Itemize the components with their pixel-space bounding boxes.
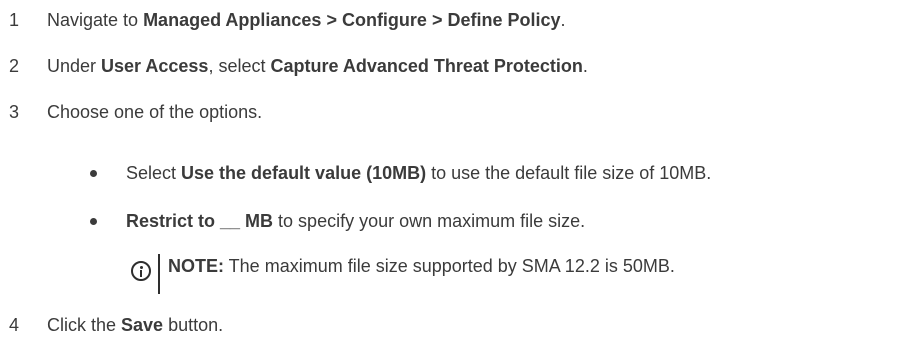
step-number: 3 [9,102,20,122]
step-number: 1 [9,10,20,30]
note-body: The maximum file size supported by SMA 1… [224,256,675,276]
section-name: User Access [101,56,209,76]
bullet-icon [90,170,97,177]
bullet-icon [90,218,97,225]
note-text: NOTE: The maximum file size supported by… [168,254,675,278]
info-icon [131,261,151,281]
step-text-plain: button. [163,315,224,335]
option-name: Use the default value (10MB) [181,163,427,183]
note-label: NOTE: [168,256,224,276]
bullet-text: Select Use the default value (10MB) to u… [126,161,711,185]
step-text: Click the Save button. [47,313,223,337]
step-text: Under User Access, select Capture Advanc… [47,54,588,78]
step-number: 4 [9,315,20,335]
option-name: Capture Advanced Threat Protection [270,56,583,76]
bullet-text: Restrict to __ MB to specify your own ma… [126,209,585,233]
note-divider [158,254,160,294]
menu-path: Managed Appliances > Configure > Define … [143,10,561,30]
bullet-text-plain: Select [126,163,182,183]
step-text: Choose one of the options. [47,102,263,122]
option-name: Restrict to __ MB [126,211,274,231]
step-text-plain: Under [47,56,102,76]
button-name: Save [121,315,164,335]
bullet-text-plain: to specify your own maximum file size. [273,211,586,231]
step-text-plain: . [560,10,566,30]
bullet-text-plain: to use the default file size of 10MB. [426,163,712,183]
step-number: 2 [9,56,20,76]
step-text-plain: . [582,56,588,76]
step-text-plain: , select [208,56,271,76]
step-text-plain: Navigate to [47,10,144,30]
step-text-plain: Click the [47,315,122,335]
step-text: Navigate to Managed Appliances > Configu… [47,8,566,32]
